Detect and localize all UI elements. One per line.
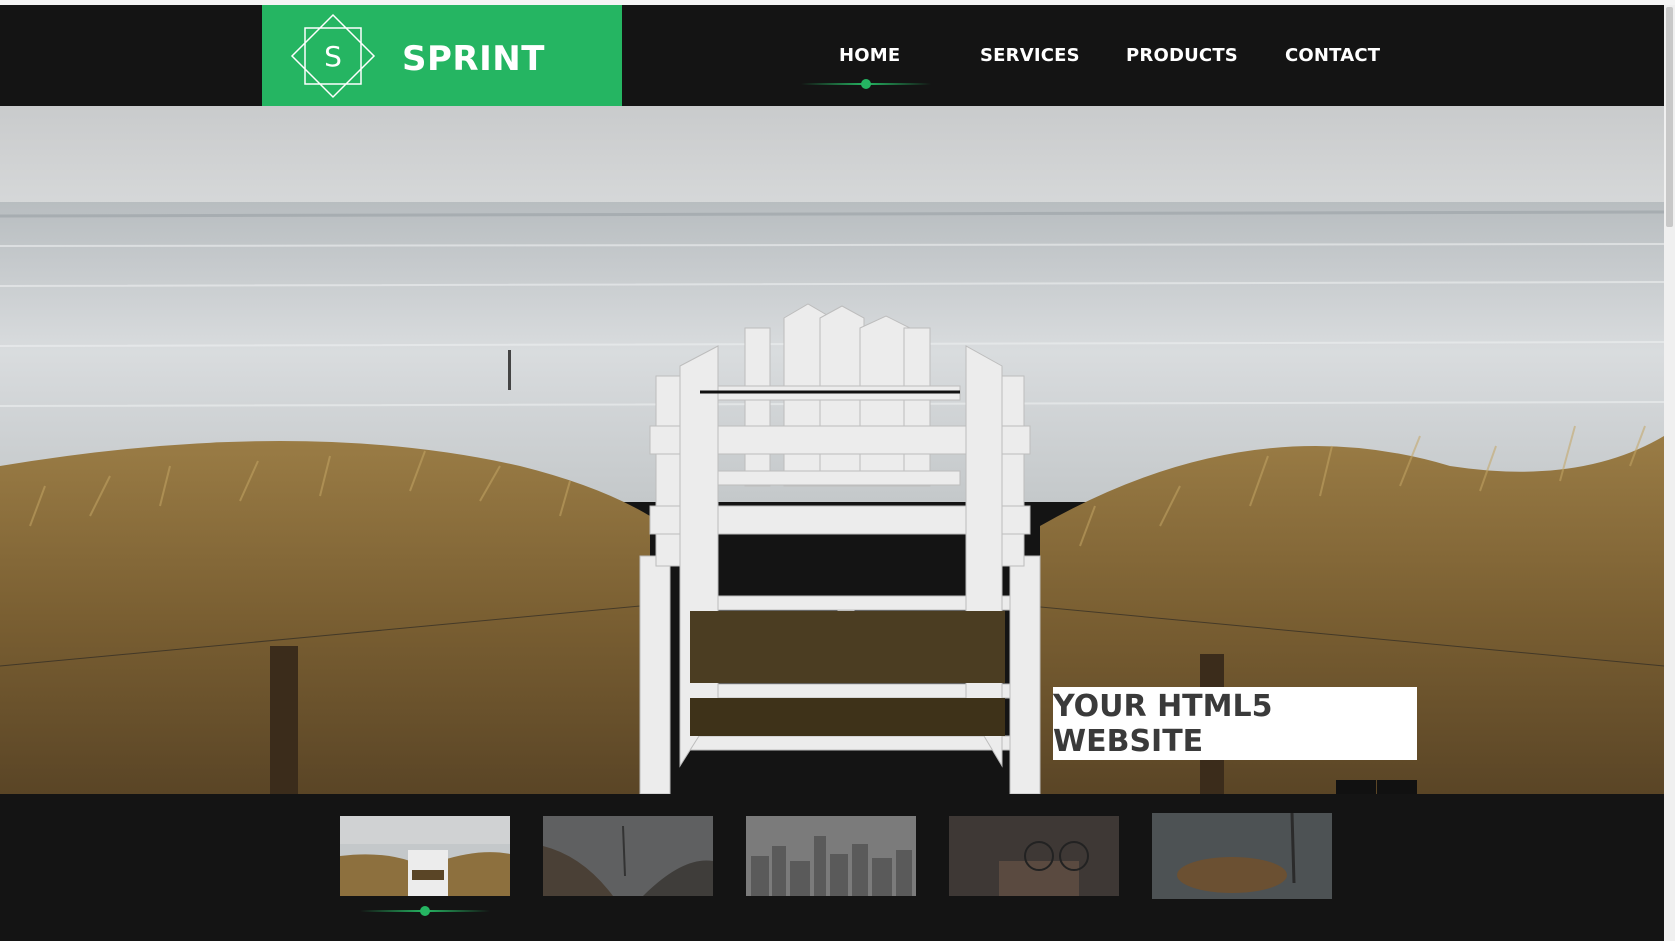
slider-prev-button[interactable]	[1336, 780, 1376, 794]
slider-next-button[interactable]	[1377, 780, 1417, 794]
thumbnail-active-indicator	[360, 906, 490, 916]
nav-services[interactable]: SERVICES	[980, 45, 1080, 66]
nav-active-indicator	[801, 79, 931, 89]
thumbnail-log-pile[interactable]	[1152, 813, 1332, 899]
thumbnail-beach-stairs[interactable]	[340, 816, 510, 896]
thumbnail-street-bicycles[interactable]	[949, 816, 1119, 896]
thumbnail-misty-forest[interactable]	[543, 816, 713, 896]
hero-caption: YOUR HTML5 WEBSITE	[1053, 687, 1417, 760]
page-scrollbar[interactable]	[1664, 5, 1675, 941]
nav-contact[interactable]: CONTACT	[1285, 45, 1380, 66]
hero-caption-text: YOUR HTML5 WEBSITE	[1053, 688, 1273, 759]
thumbnail-city-skyline[interactable]	[746, 816, 916, 896]
scrollbar-thumb[interactable]	[1666, 7, 1673, 227]
hero-slider: YOUR HTML5 WEBSITE	[0, 106, 1664, 794]
main-nav: HOME SERVICES PRODUCTS CONTACT	[0, 5, 1664, 106]
thumbnail-strip	[0, 794, 1664, 941]
nav-home[interactable]: HOME	[839, 45, 900, 66]
nav-products[interactable]: PRODUCTS	[1126, 45, 1238, 66]
